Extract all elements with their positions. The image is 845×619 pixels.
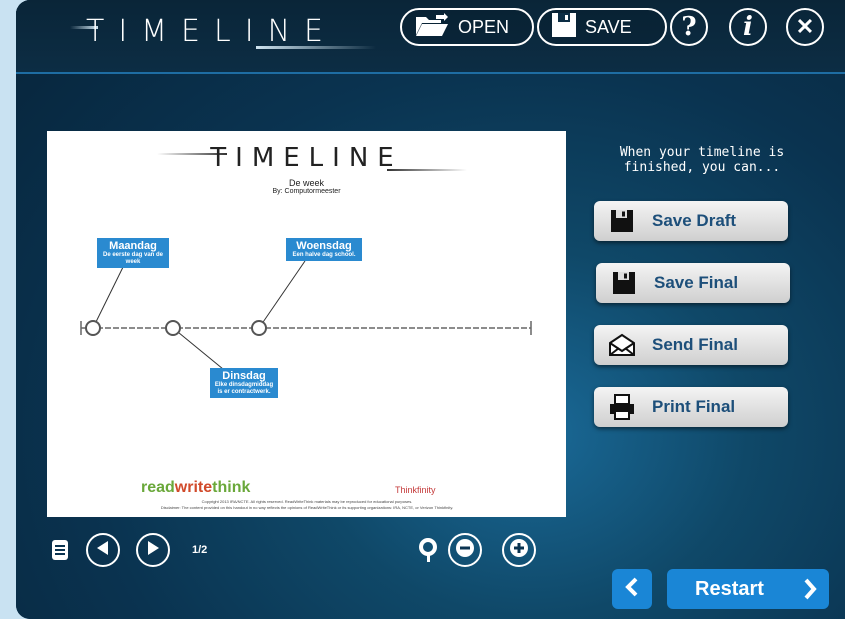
- printer-icon: [608, 393, 636, 421]
- send-final-button[interactable]: Send Final: [594, 325, 788, 365]
- save-draft-button[interactable]: Save Draft: [594, 201, 788, 241]
- print-final-button[interactable]: Print Final: [594, 387, 788, 427]
- info-button[interactable]: i: [729, 8, 767, 46]
- close-icon: ✕: [795, 14, 815, 39]
- zoom-in-button[interactable]: [502, 533, 536, 567]
- question-icon: ?: [681, 12, 697, 42]
- open-button[interactable]: OPEN: [400, 8, 534, 46]
- timeline-preview: TIMELINE De week By: Computormeester Maa…: [47, 131, 566, 517]
- floppy-icon: [551, 12, 577, 43]
- event-card: Maandag De eerste dag van de week: [97, 238, 169, 268]
- copyright-text: Copyright 2013 IRA/NCTE. All rights rese…: [160, 499, 454, 510]
- event-title: Maandag: [109, 240, 157, 252]
- back-button[interactable]: [612, 569, 652, 609]
- save-final-button[interactable]: Save Final: [596, 263, 790, 303]
- save-draft-label: Save Draft: [652, 211, 737, 230]
- next-page-button[interactable]: [136, 533, 170, 567]
- envelope-icon: [608, 331, 636, 359]
- event-description: Elke dinsdagmiddag is er contractwerk.: [214, 382, 274, 395]
- restart-button[interactable]: Restart: [667, 569, 829, 609]
- zoom-icon: [418, 537, 440, 568]
- print-final-label: Print Final: [652, 397, 736, 416]
- save-final-label: Save Final: [654, 273, 739, 292]
- app-window: TIMELINE OPEN SAVE ? i ✕ TIMELINE De wee: [16, 0, 845, 619]
- zoom-out-button[interactable]: [448, 533, 482, 567]
- chevron-right-icon: [803, 577, 817, 607]
- minus-icon: [456, 538, 474, 562]
- save-label: SAVE: [585, 16, 632, 37]
- send-final-label: Send Final: [652, 335, 738, 354]
- timeline-axis: [80, 258, 532, 370]
- event-description: De eerste dag van de week: [102, 252, 164, 265]
- finish-instructions: When your timeline is finished, you can.…: [619, 145, 785, 175]
- event-card: Dinsdag Elke dinsdagmiddag is er contrac…: [210, 368, 278, 398]
- save-button[interactable]: SAVE: [537, 8, 667, 46]
- info-icon: i: [743, 12, 753, 42]
- help-button[interactable]: ?: [670, 8, 708, 46]
- plus-icon: [510, 538, 528, 562]
- top-bar: TIMELINE OPEN SAVE ? i ✕: [16, 0, 845, 74]
- timeline-node: [251, 320, 267, 336]
- timeline-node: [165, 320, 181, 336]
- thinkfinity-logo: Thinkfinity: [395, 485, 436, 495]
- app-title: TIMELINE: [86, 14, 337, 49]
- event-description: Een halve dag school.: [292, 252, 356, 258]
- pages-menu-icon[interactable]: [52, 540, 68, 565]
- page-indicator: 1/2: [192, 544, 208, 556]
- previous-page-button[interactable]: [86, 533, 120, 567]
- floppy-icon: [610, 269, 638, 297]
- chevron-left-icon: [625, 577, 639, 602]
- floppy-icon: [608, 207, 636, 235]
- open-label: OPEN: [458, 16, 510, 37]
- event-title: Dinsdag: [222, 370, 266, 382]
- folder-icon: [414, 12, 450, 42]
- readwritethink-logo: readwritethink: [141, 479, 251, 496]
- restart-label: Restart: [695, 577, 764, 600]
- event-title: Woensdag: [296, 240, 352, 252]
- event-card: Woensdag Een halve dag school.: [286, 238, 362, 261]
- triangle-right-icon: [146, 540, 160, 561]
- triangle-left-icon: [96, 540, 110, 561]
- close-button[interactable]: ✕: [786, 8, 824, 46]
- timeline-node: [85, 320, 101, 336]
